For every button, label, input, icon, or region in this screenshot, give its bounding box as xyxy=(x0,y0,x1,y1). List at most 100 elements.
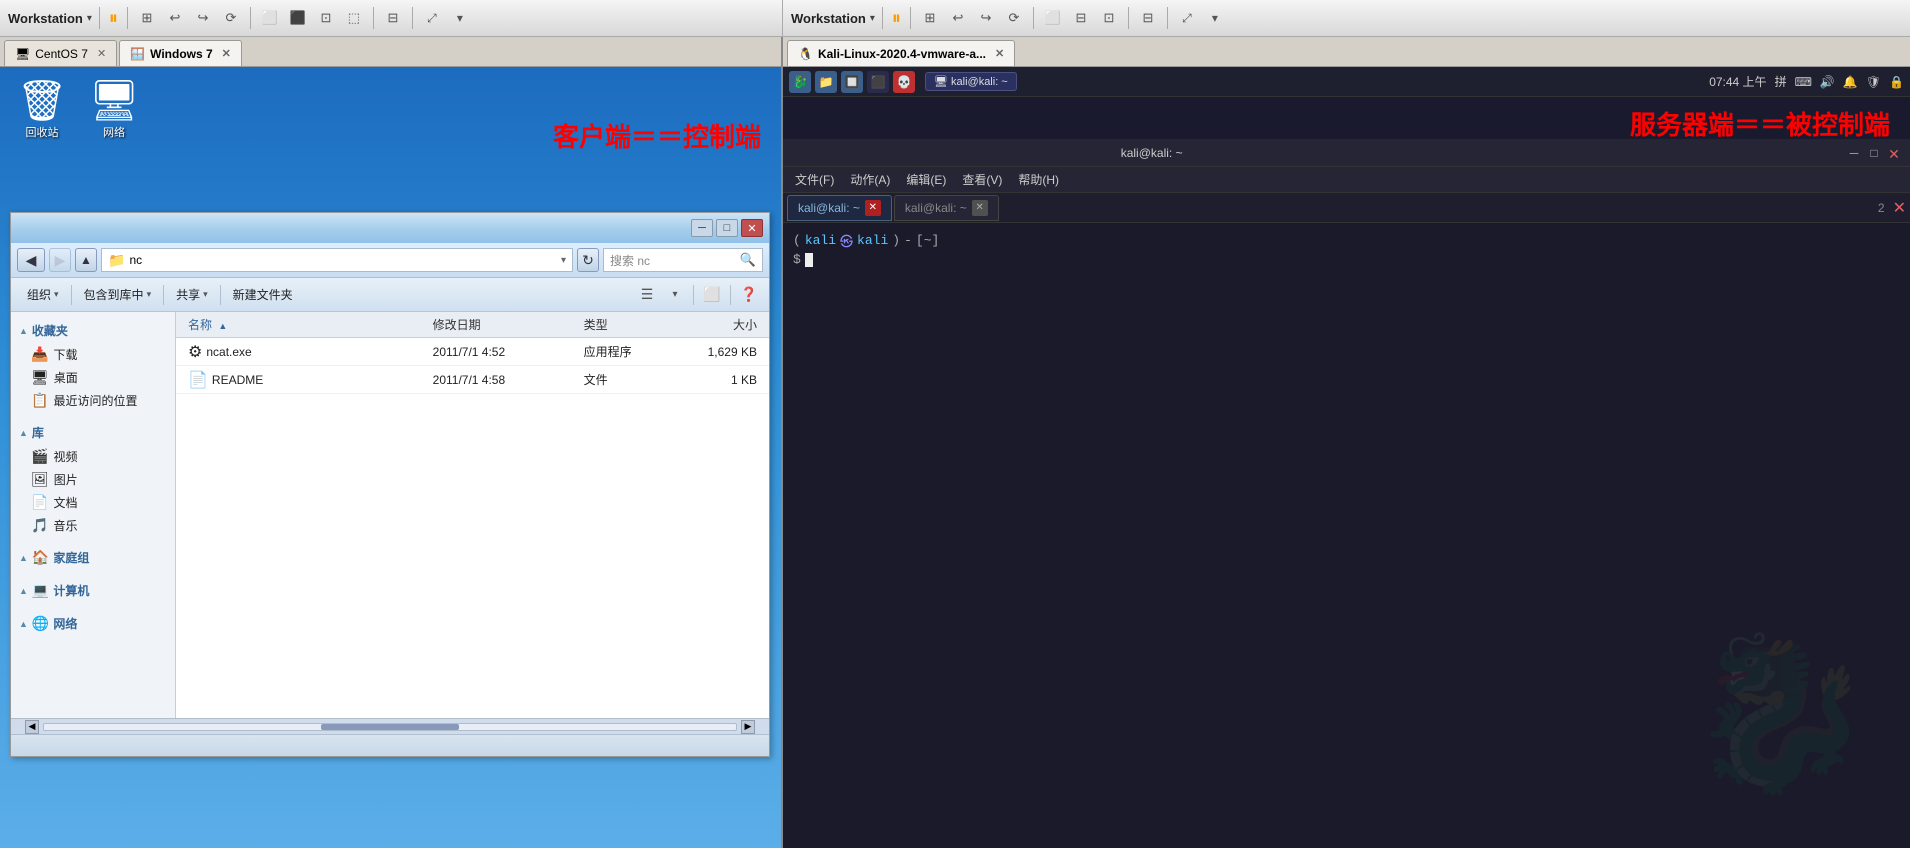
right-pause-btn[interactable]: ⏸ xyxy=(890,8,903,29)
sidebar-favorites-header[interactable]: ▲ 收藏夹 xyxy=(11,318,175,343)
explorer-hscrollbar[interactable]: ◀ ▶ xyxy=(11,718,769,734)
tab-kali[interactable]: 🐧 Kali-Linux-2020.4-vmware-a... ✕ xyxy=(787,40,1015,66)
right-tb-btn9b[interactable]: ▾ xyxy=(1203,7,1227,29)
scrollbar-right-btn[interactable]: ▶ xyxy=(741,720,755,734)
explorer-forward-btn[interactable]: ▶ xyxy=(49,248,71,272)
explorer-refresh-btn[interactable]: ↻ xyxy=(577,248,599,272)
terminal-tab-close-all[interactable]: ✕ xyxy=(1893,198,1906,218)
right-tb-btn6[interactable]: ⊟ xyxy=(1069,7,1093,29)
windows7-close[interactable]: ✕ xyxy=(222,47,231,60)
organize-dropdown-icon[interactable]: ▾ xyxy=(54,289,59,300)
explorer-up-btn[interactable]: ▲ xyxy=(75,248,97,272)
share-dropdown-icon[interactable]: ▾ xyxy=(203,289,208,300)
right-tb-btn4[interactable]: ⟳ xyxy=(1002,7,1026,29)
terminal-content[interactable]: 🐉 ( kali ㉿ kali ) - [~] $ xyxy=(783,223,1910,848)
left-tb-btn8[interactable]: ⬚ xyxy=(342,7,366,29)
explorer-address-box[interactable]: 📁 nc ▾ xyxy=(101,248,573,272)
left-tb-btn2[interactable]: ↩ xyxy=(163,7,187,29)
right-tb-btn5[interactable]: ⬜ xyxy=(1041,7,1065,29)
right-tb-btn3[interactable]: ↪ xyxy=(974,7,998,29)
explorer-minimize-btn[interactable]: ─ xyxy=(691,219,713,237)
toolbar-newfolder-btn[interactable]: 新建文件夹 xyxy=(225,282,301,307)
menu-help[interactable]: 帮助(H) xyxy=(1014,169,1063,190)
terminal-maximize-btn[interactable]: □ xyxy=(1866,146,1882,160)
sidebar-item-music[interactable]: 🎵 音乐 xyxy=(11,514,175,537)
table-row[interactable]: ⚙ ncat.exe 2011/7/1 4:52 应用程序 1,629 KB xyxy=(176,338,769,366)
toolbar-view-details-btn[interactable]: ▾ xyxy=(663,284,687,306)
right-workstation-dropdown-icon[interactable]: ▾ xyxy=(870,13,875,24)
recycle-bin-icon[interactable]: 🗑 回收站 xyxy=(10,77,74,140)
col-date-header[interactable]: 修改日期 xyxy=(425,316,576,333)
sidebar-library-header[interactable]: ▲ 库 xyxy=(11,420,175,445)
right-tb-btn1[interactable]: ⊞ xyxy=(918,7,942,29)
library-dropdown-icon[interactable]: ▾ xyxy=(147,289,152,300)
left-tb-btn7[interactable]: ⊡ xyxy=(314,7,338,29)
terminal-tab-1[interactable]: kali@kali: ~ ✕ xyxy=(787,195,892,221)
left-tb-btn10b[interactable]: ▾ xyxy=(448,7,472,29)
left-tb-btn5[interactable]: ⬜ xyxy=(258,7,282,29)
menu-file[interactable]: 文件(F) xyxy=(791,169,838,190)
toolbar-share-label: 共享 xyxy=(176,286,200,303)
explorer-back-btn[interactable]: ◀ xyxy=(17,248,45,272)
sidebar-network-header[interactable]: ▲ 🌐 网络 xyxy=(11,611,175,636)
kali-tab-close[interactable]: ✕ xyxy=(995,47,1004,60)
left-tb-btn9[interactable]: ⊟ xyxy=(381,7,405,29)
file2-size: 1 KB xyxy=(731,373,757,387)
sidebar-computer-header[interactable]: ▲ 💻 计算机 xyxy=(11,578,175,603)
sidebar-homegroup-header[interactable]: ▲ 🏠 家庭组 xyxy=(11,545,175,570)
docs-label: 文档 xyxy=(53,494,77,511)
sidebar-item-downloads[interactable]: 📥 下载 xyxy=(11,343,175,366)
sidebar-item-images[interactable]: 🖼 图片 xyxy=(11,468,175,491)
right-tb-btn2[interactable]: ↩ xyxy=(946,7,970,29)
toolbar-preview-btn[interactable]: ⬜ xyxy=(700,284,724,306)
scrollbar-track[interactable] xyxy=(43,723,737,731)
terminal-input-line[interactable]: $ xyxy=(793,252,1900,267)
scrollbar-thumb[interactable] xyxy=(321,724,459,730)
kali-panel-icon1[interactable]: 🐉 xyxy=(789,71,811,93)
scrollbar-left-btn[interactable]: ◀ xyxy=(25,720,39,734)
left-workstation-dropdown-icon[interactable]: ▾ xyxy=(87,13,92,24)
toolbar-help-btn[interactable]: ❓ xyxy=(737,284,761,306)
kali-panel-icon2[interactable]: 📁 xyxy=(815,71,837,93)
right-tb-btn9[interactable]: ⤢ xyxy=(1175,7,1199,29)
explorer-maximize-btn[interactable]: □ xyxy=(716,219,738,237)
sidebar-item-docs[interactable]: 📄 文档 xyxy=(11,491,175,514)
col-size-header[interactable]: 大小 xyxy=(689,316,765,333)
menu-view[interactable]: 查看(V) xyxy=(958,169,1006,190)
left-tb-btn4[interactable]: ⟳ xyxy=(219,7,243,29)
toolbar-library-btn[interactable]: 包含到库中 ▾ xyxy=(76,282,160,307)
explorer-search-box[interactable]: 搜索 nc 🔍 xyxy=(603,248,763,272)
kali-terminal-indicator[interactable]: 🖥 kali@kali: ~ xyxy=(925,72,1017,91)
terminal-minimize-btn[interactable]: ─ xyxy=(1846,146,1862,160)
tab-centos7[interactable]: 🖥 CentOS 7 ✕ xyxy=(4,40,117,66)
sidebar-item-recent[interactable]: 📋 最近访问的位置 xyxy=(11,389,175,412)
sidebar-item-videos[interactable]: 🎬 视频 xyxy=(11,445,175,468)
table-row[interactable]: 📄 README 2011/7/1 4:58 文件 1 KB xyxy=(176,366,769,394)
toolbar-share-btn[interactable]: 共享 ▾ xyxy=(168,282,216,307)
menu-edit[interactable]: 编辑(E) xyxy=(902,169,950,190)
left-tb-btn3[interactable]: ↪ xyxy=(191,7,215,29)
toolbar-organize-btn[interactable]: 组织 ▾ xyxy=(19,282,67,307)
col-type-header[interactable]: 类型 xyxy=(576,316,689,333)
right-tb-btn7[interactable]: ⊡ xyxy=(1097,7,1121,29)
left-tb-btn6[interactable]: ⬛ xyxy=(286,7,310,29)
centos7-close[interactable]: ✕ xyxy=(97,47,106,60)
left-tb-btn10[interactable]: ⤢ xyxy=(420,7,444,29)
explorer-close-btn[interactable]: ✕ xyxy=(741,219,763,237)
tab-windows7[interactable]: 🪟 Windows 7 ✕ xyxy=(119,40,242,66)
left-pause-btn[interactable]: ⏸ xyxy=(107,8,120,29)
toolbar-view-list-btn[interactable]: ☰ xyxy=(635,284,659,306)
right-tb-btn8[interactable]: ⊟ xyxy=(1136,7,1160,29)
terminal-tab-2[interactable]: kali@kali: ~ ✕ xyxy=(894,195,999,221)
col-name-header[interactable]: 名称 ▲ xyxy=(180,316,425,333)
sidebar-item-desktop[interactable]: 🖥 桌面 xyxy=(11,366,175,389)
menu-action[interactable]: 动作(A) xyxy=(846,169,894,190)
address-dropdown-icon[interactable]: ▾ xyxy=(561,255,566,266)
terminal-close-btn[interactable]: ✕ xyxy=(1886,146,1902,160)
network-icon[interactable]: 🖥 网络 xyxy=(82,77,146,140)
kali-panel-icon3[interactable]: 🔲 xyxy=(841,71,863,93)
kali-panel-icon4[interactable]: ⬛ xyxy=(867,71,889,93)
homegroup-icon: 🏠 xyxy=(32,549,49,566)
kali-panel-icon5[interactable]: 💀 xyxy=(893,71,915,93)
left-tb-btn1[interactable]: ⊞ xyxy=(135,7,159,29)
